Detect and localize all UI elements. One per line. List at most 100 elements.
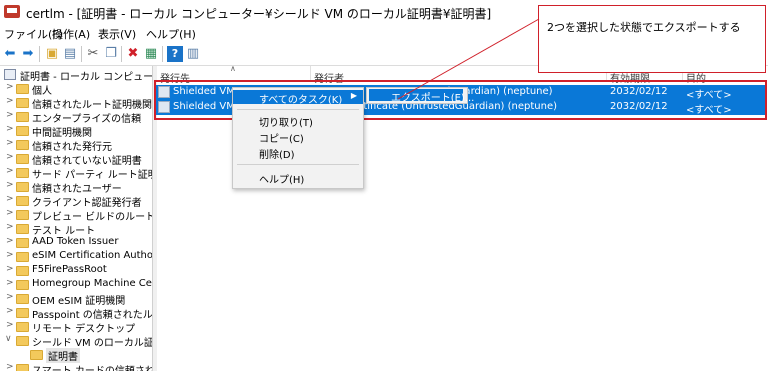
chevron-right-icon[interactable]: > <box>6 96 14 106</box>
back-arrow-icon[interactable]: ⬅ <box>2 46 18 62</box>
tree-item-trusted-publishers[interactable]: > 信頼された発行元 <box>0 138 152 153</box>
folder-icon <box>16 280 29 290</box>
tree-item-label: エンタープライズの信頼 <box>32 114 142 125</box>
tree-root-label: 証明書 - ローカル コンピューター <box>20 72 152 83</box>
folder-icon <box>16 322 29 332</box>
chevron-right-icon[interactable]: > <box>6 138 14 148</box>
tree-item-personal[interactable]: > 個人 <box>0 82 152 97</box>
chevron-right-icon[interactable]: > <box>6 152 14 162</box>
folder-icon <box>16 210 29 220</box>
chevron-right-icon[interactable]: > <box>6 236 14 246</box>
tree-item-label: 信頼されたルート証明機関 <box>32 100 152 111</box>
menu-item-label: 切り取り(T) <box>259 118 313 129</box>
menu-item-export[interactable]: エクスポート(E)... <box>369 89 474 104</box>
folder-icon <box>16 196 29 206</box>
tree-item-label: クライアント認証発行者 <box>32 198 142 209</box>
folder-icon <box>16 140 29 150</box>
tree-item-passpoint[interactable]: > Passpoint の信頼されたルート <box>0 306 152 321</box>
folder-icon <box>30 350 43 360</box>
tree-item-smartcard-root[interactable]: > スマート カードの信頼されたルート <box>0 362 152 371</box>
menu-item-label: コピー(C) <box>259 134 304 145</box>
folder-icon <box>16 238 29 248</box>
copy-icon[interactable]: ❐ <box>103 46 119 62</box>
chevron-right-icon[interactable]: > <box>6 124 14 134</box>
chevron-right-icon[interactable]: > <box>6 306 14 316</box>
details-icon[interactable]: ▥ <box>185 46 201 62</box>
menu-view[interactable]: 表示(V) <box>98 26 136 42</box>
tree-item-third-party-root[interactable]: > サード パーティ ルート証明機関 <box>0 166 152 181</box>
tree-item-label: 信頼されたユーザー <box>32 184 122 195</box>
menu-action[interactable]: 操作(A) <box>52 26 90 42</box>
tree-item-oem-esim[interactable]: > OEM eSIM 証明機関 <box>0 292 152 307</box>
menu-item-help[interactable]: ヘルプ(H) <box>233 170 363 186</box>
toolbar-separator <box>162 46 163 62</box>
folder-icon <box>16 98 29 108</box>
tree-root[interactable]: 証明書 - ローカル コンピューター <box>0 68 152 83</box>
tree-item-label: シールド VM のローカル証明書 <box>32 338 152 349</box>
menu-item-copy[interactable]: コピー(C) <box>233 129 363 145</box>
tree-item-label: Passpoint の信頼されたルート <box>32 310 152 321</box>
menu-separator <box>237 109 359 110</box>
menu-help[interactable]: ヘルプ(H) <box>146 26 196 42</box>
chevron-right-icon[interactable]: > <box>6 222 14 232</box>
chevron-right-icon[interactable]: > <box>6 250 14 260</box>
tree-item-label: 証明書 <box>46 348 80 363</box>
tree-item-shielded-vm[interactable]: ∨ シールド VM のローカル証明書 <box>0 334 152 349</box>
folder-open-icon <box>16 336 29 346</box>
menu-bar: ファイル(F) 操作(A) 表示(V) ヘルプ(H) <box>0 24 520 42</box>
delete-icon[interactable]: ✖ <box>125 46 141 62</box>
tree-item-certificates[interactable]: 証明書 <box>0 348 152 363</box>
cut-icon[interactable]: ✂ <box>85 46 101 62</box>
chevron-right-icon[interactable]: > <box>6 292 14 302</box>
folder-icon <box>16 224 29 234</box>
export-icon[interactable]: ▦ <box>143 46 159 62</box>
menu-item-label: エクスポート(E)... <box>391 93 475 104</box>
tree-item-f5firepassroot[interactable]: > F5FirePassRoot <box>0 264 152 278</box>
tree-item-intermediate[interactable]: > 中間証明機関 <box>0 124 152 139</box>
chevron-right-icon[interactable]: > <box>6 110 14 120</box>
chevron-right-icon: ▶ <box>350 91 357 100</box>
chevron-right-icon[interactable]: > <box>6 194 14 204</box>
menu-item-label: すべてのタスク(K) <box>259 95 343 106</box>
chevron-right-icon[interactable]: > <box>6 320 14 330</box>
properties-icon[interactable]: ▤ <box>62 46 78 62</box>
menu-item-delete[interactable]: 削除(D) <box>233 145 363 161</box>
tree-item-label: Homegroup Machine Certific <box>32 278 152 289</box>
menu-item-all-tasks[interactable]: すべてのタスク(K) ▶ <box>233 90 363 106</box>
tree-item-remote-desktop[interactable]: > リモート デスクトップ <box>0 320 152 335</box>
chevron-right-icon[interactable]: > <box>6 264 14 274</box>
toolbar-separator <box>121 46 122 62</box>
certificate-store-icon <box>4 69 16 80</box>
tree-item-label: OEM eSIM 証明機関 <box>32 296 126 307</box>
forward-arrow-icon[interactable]: ➡ <box>20 46 36 62</box>
tree-item-label: プレビュー ビルドのルート <box>32 212 152 223</box>
tree-item-homegroup[interactable]: > Homegroup Machine Certific <box>0 278 152 292</box>
tree-item-trusted-people[interactable]: > 信頼されたユーザー <box>0 180 152 195</box>
tree-item-enterprise-trust[interactable]: > エンタープライズの信頼 <box>0 110 152 125</box>
folder-up-icon[interactable]: ▣ <box>44 46 60 62</box>
tree-item-esim-ca[interactable]: > eSIM Certification Authorities <box>0 250 152 264</box>
sort-ascending-icon: ∧ <box>230 64 236 73</box>
chevron-right-icon[interactable]: > <box>6 166 14 176</box>
tree-item-label: 個人 <box>32 86 52 97</box>
chevron-down-icon[interactable]: ∨ <box>5 334 13 344</box>
chevron-right-icon[interactable]: > <box>6 278 14 288</box>
folder-icon <box>16 266 29 276</box>
tree-item-label: 信頼された発行元 <box>32 142 112 153</box>
chevron-right-icon[interactable]: > <box>6 362 14 371</box>
menu-item-cut[interactable]: 切り取り(T) <box>233 113 363 129</box>
tree-item-test-roots[interactable]: > テスト ルート <box>0 222 152 237</box>
tree-item-preview-build-roots[interactable]: > プレビュー ビルドのルート <box>0 208 152 223</box>
folder-icon <box>16 182 29 192</box>
toolbar: ⬅ ➡ ▣ ▤ ✂ ❐ ✖ ▦ ? ▥ <box>0 43 520 65</box>
help-icon[interactable]: ? <box>167 46 183 62</box>
chevron-right-icon[interactable]: > <box>6 208 14 218</box>
menu-separator <box>237 164 359 165</box>
chevron-right-icon[interactable]: > <box>6 82 14 92</box>
tree-item-untrusted[interactable]: > 信頼されていない証明書 <box>0 152 152 167</box>
tree-item-client-auth-issuers[interactable]: > クライアント認証発行者 <box>0 194 152 209</box>
tree-item-trusted-root[interactable]: > 信頼されたルート証明機関 <box>0 96 152 111</box>
chevron-right-icon[interactable]: > <box>6 180 14 190</box>
toolbar-separator <box>39 46 40 62</box>
tree-item-aad-token-issuer[interactable]: > AAD Token Issuer <box>0 236 152 250</box>
